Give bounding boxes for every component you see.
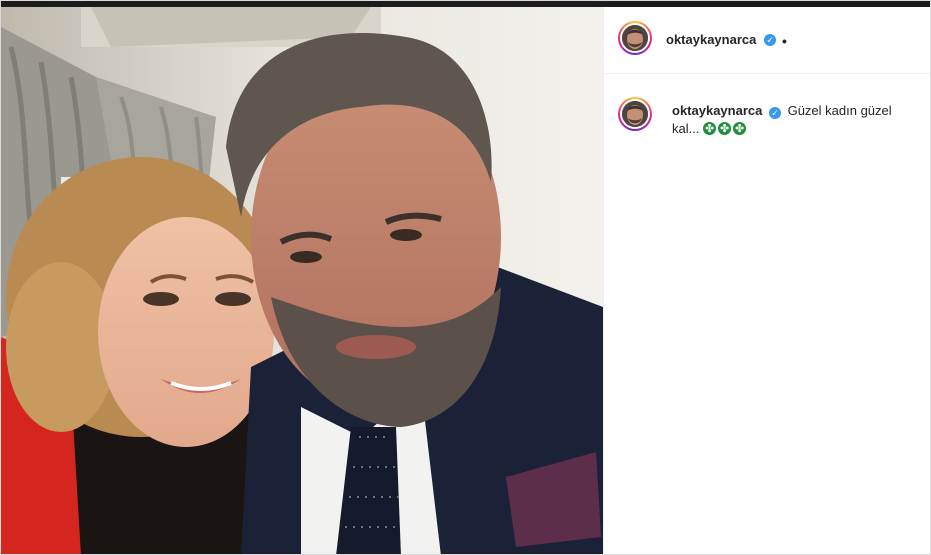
more-indicator: • (782, 33, 787, 49)
avatar-face-illustration (622, 101, 648, 127)
verified-badge-icon: ✓ (764, 34, 776, 46)
avatar-face-illustration (622, 25, 648, 51)
avatar-face (622, 25, 648, 51)
caption-avatar[interactable] (618, 97, 652, 131)
post-side-panel: oktaykaynarca ✓ • oktaykaynarca ✓ Güzel … (603, 7, 930, 554)
four-leaf-clover-icon (733, 120, 747, 138)
avatar-ring-inner (620, 99, 650, 129)
avatar-face (622, 101, 648, 127)
post-username[interactable]: oktaykaynarca (666, 32, 756, 47)
caption-username[interactable]: oktaykaynarca (672, 103, 762, 118)
caption-text-block: oktaykaynarca ✓ Güzel kadın güzel kal... (672, 102, 907, 138)
profile-avatar[interactable] (618, 21, 652, 55)
four-leaf-clover-icon (703, 120, 717, 138)
instagram-post-frame: oktaykaynarca ✓ • oktaykaynarca ✓ Güzel … (0, 0, 931, 555)
four-leaf-clover-icon (718, 120, 732, 138)
post-photo[interactable] (1, 7, 603, 554)
selfie-photo-illustration (1, 7, 603, 554)
verified-badge-icon: ✓ (768, 107, 781, 119)
post-header: oktaykaynarca ✓ • (604, 7, 930, 74)
avatar-ring-inner (620, 23, 650, 53)
caption-comment: oktaykaynarca ✓ Güzel kadın güzel kal... (604, 73, 930, 193)
